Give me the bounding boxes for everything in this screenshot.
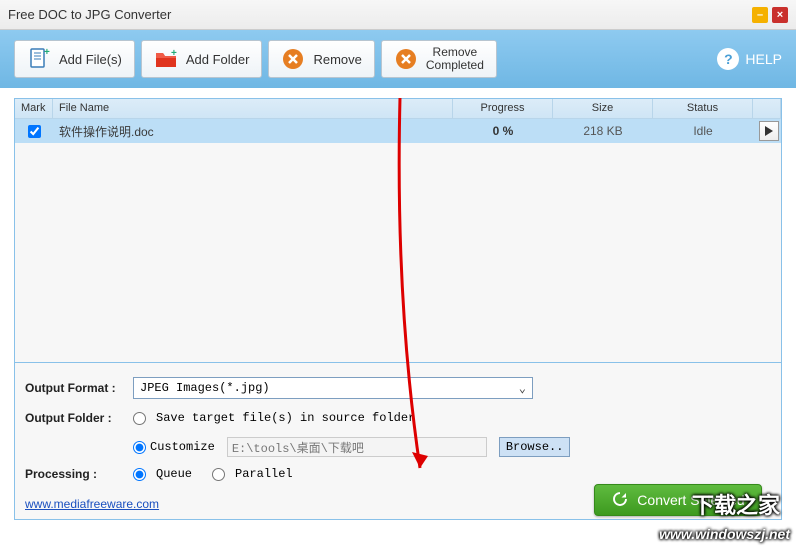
add-files-button[interactable]: + Add File(s) bbox=[14, 40, 135, 78]
watermark-cn: 下载之家 bbox=[692, 488, 780, 520]
row-filename: 软件操作说明.doc bbox=[53, 123, 453, 140]
add-folder-button[interactable]: + Add Folder bbox=[141, 40, 263, 78]
help-icon: ? bbox=[717, 48, 739, 70]
col-progress: Progress bbox=[453, 99, 553, 118]
output-format-select[interactable]: JPEG Images(*.jpg) ⌄ bbox=[133, 377, 533, 399]
remove-completed-l2: Completed bbox=[426, 59, 484, 72]
row-progress: 0 % bbox=[453, 124, 553, 138]
toolbar: + Add File(s) + Add Folder Remove Remove… bbox=[0, 30, 796, 88]
col-name: File Name bbox=[53, 99, 453, 118]
save-source-label: Save target file(s) in source folder bbox=[156, 411, 415, 425]
row-size: 218 KB bbox=[553, 124, 653, 138]
remove-completed-button[interactable]: Remove Completed bbox=[381, 40, 497, 78]
titlebar: Free DOC to JPG Converter – × bbox=[0, 0, 796, 30]
customize-label: Customize bbox=[150, 440, 215, 454]
help-label: HELP bbox=[745, 51, 782, 67]
output-format-label: Output Format : bbox=[25, 381, 133, 395]
output-folder-label: Output Folder : bbox=[25, 411, 133, 425]
output-path-field[interactable] bbox=[227, 437, 487, 457]
help-button[interactable]: ? HELP bbox=[717, 48, 782, 70]
row-status: Idle bbox=[653, 124, 753, 138]
close-button[interactable]: × bbox=[772, 7, 788, 23]
folder-plus-icon: + bbox=[154, 47, 178, 71]
col-status: Status bbox=[653, 99, 753, 118]
window-title: Free DOC to JPG Converter bbox=[8, 7, 748, 22]
output-format-value: JPEG Images(*.jpg) bbox=[140, 381, 270, 395]
processing-label: Processing : bbox=[25, 467, 133, 481]
table-header: Mark File Name Progress Size Status bbox=[15, 99, 781, 119]
file-table: Mark File Name Progress Size Status 软件操作… bbox=[14, 98, 782, 363]
table-row[interactable]: 软件操作说明.doc 0 % 218 KB Idle bbox=[15, 119, 781, 143]
remove-completed-icon bbox=[394, 47, 418, 71]
remove-icon bbox=[281, 47, 305, 71]
parallel-label: Parallel bbox=[235, 467, 293, 481]
minimize-button[interactable]: – bbox=[752, 7, 768, 23]
col-action bbox=[753, 99, 781, 118]
queue-label: Queue bbox=[156, 467, 192, 481]
file-plus-icon: + bbox=[27, 47, 51, 71]
queue-radio[interactable]: Queue bbox=[133, 467, 192, 481]
save-source-radio[interactable]: Save target file(s) in source folder bbox=[133, 411, 415, 425]
customize-radio[interactable]: Customize bbox=[133, 440, 215, 454]
col-size: Size bbox=[553, 99, 653, 118]
add-files-label: Add File(s) bbox=[59, 52, 122, 67]
svg-text:+: + bbox=[44, 47, 50, 58]
col-mark: Mark bbox=[15, 99, 53, 118]
parallel-radio[interactable]: Parallel bbox=[212, 467, 293, 481]
browse-button[interactable]: Browse.. bbox=[499, 437, 571, 457]
add-folder-label: Add Folder bbox=[186, 52, 250, 67]
watermark-url: www.windowszj.net bbox=[659, 526, 790, 542]
chevron-down-icon: ⌄ bbox=[519, 381, 526, 396]
remove-label: Remove bbox=[313, 52, 361, 67]
content-area: Mark File Name Progress Size Status 软件操作… bbox=[0, 88, 796, 546]
remove-button[interactable]: Remove bbox=[268, 40, 374, 78]
row-checkbox[interactable] bbox=[28, 125, 41, 138]
website-link[interactable]: www.mediafreeware.com bbox=[25, 497, 159, 511]
row-play-button[interactable] bbox=[759, 121, 779, 141]
svg-text:+: + bbox=[171, 48, 177, 59]
refresh-icon bbox=[611, 490, 629, 511]
